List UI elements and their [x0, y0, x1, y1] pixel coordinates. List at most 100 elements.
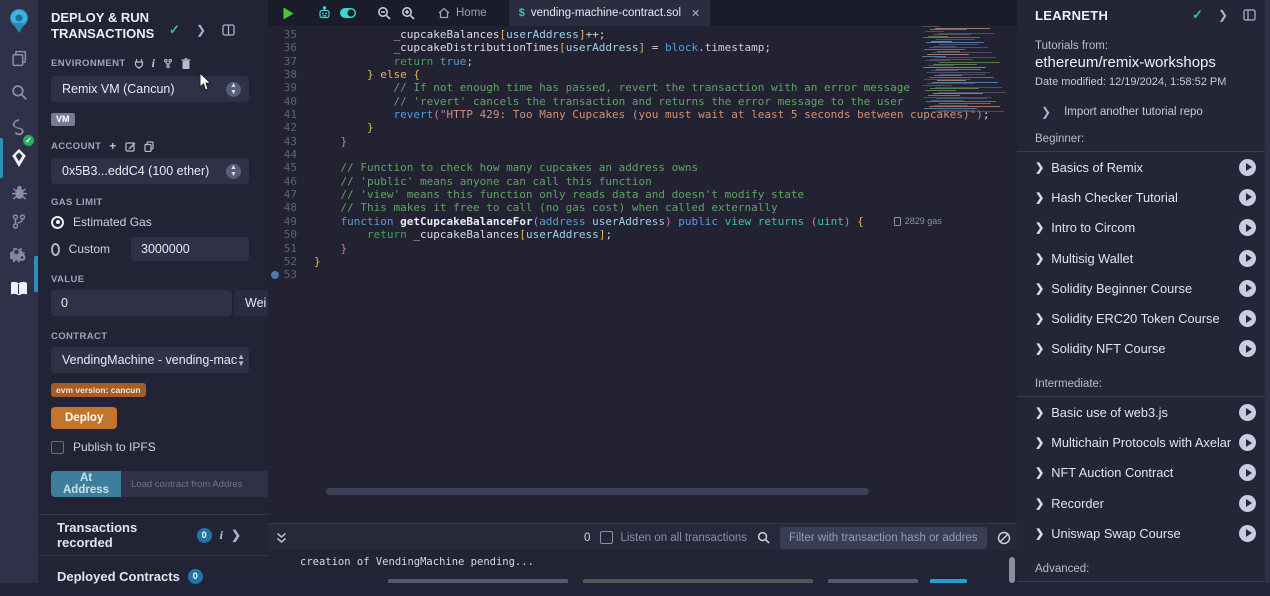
- code-line-53[interactable]: 53: [268, 268, 1017, 281]
- deploy-run-icon[interactable]: [0, 142, 38, 174]
- contract-select[interactable]: VendingMachine - vending-machin ▲▼: [51, 347, 249, 373]
- terminal-filter-input[interactable]: [780, 527, 987, 549]
- tutorial-item[interactable]: ❯Uniswap Swap Course: [1035, 518, 1256, 548]
- estimated-gas-radio[interactable]: [51, 216, 64, 229]
- learneth-expand-icon[interactable]: ❯: [1218, 8, 1228, 22]
- tutorial-item[interactable]: ❯Solidity ERC20 Token Course: [1035, 303, 1256, 333]
- deploy-button[interactable]: Deploy: [51, 407, 117, 429]
- tutorial-item[interactable]: ❯Basic use of web3.js: [1035, 397, 1256, 427]
- panel-layout-icon[interactable]: [222, 24, 235, 36]
- account-stepper-icon[interactable]: ▲▼: [226, 164, 241, 179]
- play-tutorial-button[interactable]: [1239, 219, 1256, 236]
- git-icon[interactable]: [0, 205, 38, 237]
- tab-file-vending-machine[interactable]: $ vending-machine-contract.sol ✕: [509, 0, 711, 26]
- tutorial-item[interactable]: ❯Recorder: [1035, 488, 1256, 518]
- code-line-44[interactable]: 44: [268, 148, 1017, 161]
- terminal-scrollbar[interactable]: [1009, 557, 1015, 583]
- expand-terminal-icon[interactable]: [276, 532, 287, 544]
- tutorial-item[interactable]: ❯Multichain Protocols with Axelar: [1035, 427, 1256, 457]
- environment-stepper-icon[interactable]: ▲▼: [226, 82, 241, 97]
- editor-minimap[interactable]: [920, 26, 1015, 114]
- environment-select[interactable]: Remix VM (Cancun) ▲▼: [51, 76, 249, 102]
- code-line-35[interactable]: 35 _cupcakeBalances[userAddress]++;: [268, 28, 1017, 41]
- debugger-icon[interactable]: [0, 176, 38, 208]
- tutorial-item[interactable]: ❯Multisig Wallet: [1035, 243, 1256, 273]
- learneth-layout-icon[interactable]: [1243, 9, 1256, 21]
- code-line-43[interactable]: 43 }: [268, 135, 1017, 148]
- tab-home[interactable]: Home: [428, 0, 497, 26]
- import-tutorial-repo[interactable]: ❯ Import another tutorial repo: [1035, 105, 1256, 119]
- run-script-button[interactable]: [276, 0, 300, 26]
- play-tutorial-button[interactable]: [1239, 434, 1256, 451]
- publish-ipfs-checkbox[interactable]: [51, 441, 64, 454]
- transactions-expand-icon[interactable]: ❯: [231, 528, 241, 542]
- zoom-out-icon[interactable]: [372, 0, 396, 26]
- code-line-40[interactable]: 40 // 'revert' cancels the transaction a…: [268, 95, 1017, 108]
- tutorial-item[interactable]: ❯Intro to Circom: [1035, 213, 1256, 243]
- code-line-48[interactable]: 48 // This makes it free to call (no gas…: [268, 201, 1017, 214]
- copilot-toggle[interactable]: [336, 0, 360, 26]
- play-tutorial-button[interactable]: [1239, 464, 1256, 481]
- code-line-37[interactable]: 37 return true;: [268, 55, 1017, 68]
- add-account-icon[interactable]: +: [109, 139, 116, 153]
- remix-logo-icon[interactable]: [0, 6, 38, 36]
- code-lines[interactable]: 35 _cupcakeBalances[userAddress]++;36 _c…: [268, 28, 1017, 282]
- code-line-42[interactable]: 42 }: [268, 121, 1017, 134]
- editor-horizontal-scrollbar[interactable]: [326, 488, 869, 495]
- play-tutorial-button[interactable]: [1239, 525, 1256, 542]
- tutorial-item[interactable]: ❯Solidity Beginner Course: [1035, 273, 1256, 303]
- zoom-in-icon[interactable]: [396, 0, 420, 26]
- tutorial-item[interactable]: ❯Hash Checker Tutorial: [1035, 182, 1256, 212]
- sign-message-icon[interactable]: [125, 141, 136, 152]
- plug-icon[interactable]: [134, 58, 144, 69]
- transactions-recorded-row[interactable]: Transactions recorded 0 i ❯: [51, 515, 249, 555]
- search-icon[interactable]: [0, 76, 38, 108]
- at-address-button[interactable]: At Address: [51, 471, 121, 497]
- transactions-info-icon[interactable]: i: [220, 528, 223, 543]
- copy-address-icon[interactable]: [144, 141, 154, 152]
- learneth-book-icon[interactable]: [0, 272, 38, 304]
- code-line-51[interactable]: 51 }: [268, 242, 1017, 255]
- clipped-debug-button[interactable]: [930, 579, 967, 583]
- code-line-50[interactable]: 50 return _cupcakeBalances[userAddress];: [268, 228, 1017, 241]
- code-line-45[interactable]: 45 // Function to check how many cupcake…: [268, 161, 1017, 174]
- environment-info-icon[interactable]: i: [152, 56, 156, 71]
- at-address-input[interactable]: [121, 471, 273, 497]
- code-line-38[interactable]: 38 } else {: [268, 68, 1017, 81]
- settings-icon[interactable]: [0, 238, 38, 270]
- play-tutorial-button[interactable]: [1239, 340, 1256, 357]
- play-tutorial-button[interactable]: [1239, 404, 1256, 421]
- play-tutorial-button[interactable]: [1239, 189, 1256, 206]
- tutorial-item[interactable]: ❯Basics of Remix: [1035, 152, 1256, 182]
- code-line-36[interactable]: 36 _cupcakeDistributionTimes[userAddress…: [268, 41, 1017, 54]
- listen-all-row[interactable]: Listen on all transactions: [600, 531, 747, 544]
- play-tutorial-button[interactable]: [1239, 310, 1256, 327]
- clear-console-icon[interactable]: [997, 531, 1011, 545]
- play-tutorial-button[interactable]: [1239, 159, 1256, 176]
- learneth-scrollbar-track[interactable]: [1265, 0, 1270, 583]
- solidity-compiler-icon[interactable]: ✓: [0, 112, 38, 144]
- code-line-52[interactable]: 52}: [268, 255, 1017, 268]
- play-tutorial-button[interactable]: [1239, 250, 1256, 267]
- code-line-49[interactable]: 49 function getCupcakeBalanceFor(address…: [268, 215, 1017, 228]
- custom-gas-radio[interactable]: [51, 243, 60, 256]
- fork-icon[interactable]: [163, 58, 173, 69]
- tutorial-item[interactable]: ❯NFT Auction Contract: [1035, 458, 1256, 488]
- value-input[interactable]: [51, 290, 232, 316]
- play-tutorial-button[interactable]: [1239, 280, 1256, 297]
- file-explorer-icon[interactable]: [0, 42, 38, 74]
- code-line-39[interactable]: 39 // If not enough time has passed, rev…: [268, 81, 1017, 94]
- code-line-41[interactable]: 41 revert("HTTP 429: Too Many Cupcakes (…: [268, 108, 1017, 121]
- custom-gas-input[interactable]: [131, 237, 249, 261]
- trash-icon[interactable]: [181, 58, 191, 69]
- tutorial-item[interactable]: ❯Solidity NFT Course: [1035, 334, 1256, 364]
- panel-expand-icon[interactable]: ❯: [196, 23, 206, 37]
- play-tutorial-button[interactable]: [1239, 495, 1256, 512]
- breakpoint-dot[interactable]: [271, 271, 279, 279]
- ai-copilot-icon[interactable]: [312, 0, 336, 26]
- contract-stepper-icon[interactable]: ▲▼: [237, 353, 245, 367]
- code-line-46[interactable]: 46 // 'public' means anyone can call thi…: [268, 175, 1017, 188]
- code-line-47[interactable]: 47 // 'view' means this function only re…: [268, 188, 1017, 201]
- close-tab-icon[interactable]: ✕: [691, 7, 700, 20]
- account-select[interactable]: 0x5B3...eddC4 (100 ether) ▲▼: [51, 158, 249, 184]
